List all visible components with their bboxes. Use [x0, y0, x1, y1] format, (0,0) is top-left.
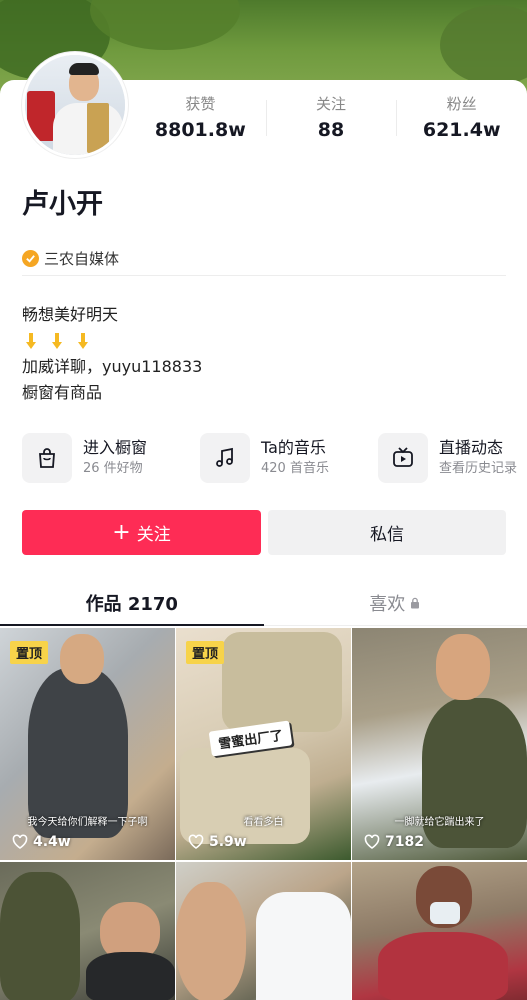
person-figure — [378, 932, 508, 1000]
follow-button[interactable]: + 关注 — [22, 510, 261, 555]
plus-icon: + — [112, 519, 131, 545]
shortcut-title: 直播动态 — [439, 438, 504, 457]
pinned-badge: 置顶 — [186, 641, 225, 664]
video-thumbnail[interactable]: 置顶 雪蜜出厂了 看看多白 5.9w — [176, 628, 351, 860]
pointing-down-icon — [26, 333, 36, 349]
pointing-down-icon — [78, 333, 88, 349]
heart-icon — [12, 834, 28, 849]
lock-icon — [411, 597, 420, 608]
person-face — [60, 634, 104, 684]
pointing-down-icon — [52, 333, 62, 349]
profile-stats: 获赞 8801.8w 关注 88 粉丝 621.4w — [135, 94, 527, 146]
shortcut-subtitle: 26 件好物 — [83, 461, 143, 476]
video-thumbnail[interactable]: 一脚就给它踹出来了 7182 — [352, 628, 527, 860]
stat-label: 获赞 — [185, 95, 216, 113]
food-block — [222, 632, 342, 732]
stat-likes[interactable]: 获赞 8801.8w — [135, 94, 266, 146]
video-likes-count: 5.9w — [209, 834, 247, 850]
profile-name: 卢小开 — [22, 189, 103, 220]
follow-label: 关注 — [136, 525, 171, 545]
avatar[interactable] — [22, 52, 128, 158]
person-figure — [86, 952, 175, 1000]
stat-value: 88 — [317, 119, 345, 141]
content-tabs: 作品 2170 喜欢 — [0, 580, 527, 626]
stat-label: 粉丝 — [446, 95, 477, 113]
stat-following[interactable]: 关注 88 — [265, 94, 397, 146]
person-face — [436, 634, 490, 700]
video-likes: 7182 — [364, 834, 424, 850]
video-thumbnail[interactable] — [176, 862, 351, 1000]
shopping-bag-icon — [22, 433, 72, 483]
video-thumbnail[interactable] — [0, 862, 175, 1000]
tv-icon — [378, 433, 428, 483]
tab-likes-label: 喜欢 — [369, 593, 406, 615]
video-grid: 置顶 我今天给你们解释一下子啊 4.4w 置顶 雪蜜出厂了 看看多白 5.9w … — [0, 628, 527, 1000]
video-likes: 4.4w — [12, 834, 71, 850]
shortcut-shop[interactable]: 进入橱窗 26 件好物 — [22, 432, 200, 484]
shortcut-live[interactable]: 直播动态 查看历史记录 — [378, 432, 527, 484]
food-block — [180, 748, 310, 844]
shortcut-title: Ta的音乐 — [261, 438, 326, 457]
stat-followers[interactable]: 粉丝 621.4w — [396, 94, 527, 146]
shortcut-title: 进入橱窗 — [83, 438, 148, 457]
person-face — [176, 882, 246, 1000]
tab-works[interactable]: 作品 2170 — [0, 580, 264, 626]
video-likes-count: 7182 — [385, 834, 424, 850]
video-thumbnail[interactable] — [352, 862, 527, 1000]
stat-label: 关注 — [316, 95, 347, 113]
stat-value: 8801.8w — [154, 119, 246, 141]
video-likes-count: 4.4w — [33, 834, 71, 850]
profile-bio: 畅想美好明天 加威详聊，yuyu118833 橱窗有商品 — [22, 302, 202, 406]
video-caption: 看看多白 — [243, 817, 284, 828]
video-caption: 我今天给你们解释一下子啊 — [27, 817, 148, 828]
verified-icon — [22, 250, 39, 267]
bio-line: 加威详聊，yuyu118833 — [22, 357, 203, 376]
video-likes: 5.9w — [188, 834, 247, 850]
stat-value: 621.4w — [422, 119, 501, 141]
video-thumbnail[interactable]: 置顶 我今天给你们解释一下子啊 4.4w — [0, 628, 175, 860]
face-mask — [430, 902, 460, 924]
heart-icon — [188, 834, 204, 849]
tab-works-label: 作品 2170 — [85, 593, 178, 615]
emoji-row — [22, 328, 202, 354]
message-label: 私信 — [370, 525, 404, 545]
shortcut-subtitle: 查看历史记录 — [439, 461, 518, 476]
profile-tag: 三农自媒体 — [22, 242, 506, 276]
profile-shortcuts: 进入橱窗 26 件好物 Ta的音乐 420 首音乐 直播动态 查看历史记录 — [22, 432, 527, 484]
bio-line: 畅想美好明天 — [22, 305, 119, 324]
shortcut-subtitle: 420 首音乐 — [261, 461, 329, 476]
person-figure — [0, 872, 80, 1000]
profile-tag-label: 三农自媒体 — [44, 250, 120, 268]
message-button[interactable]: 私信 — [268, 510, 506, 555]
music-note-icon — [200, 433, 250, 483]
heart-icon — [364, 834, 380, 849]
pinned-badge: 置顶 — [10, 641, 49, 664]
tab-likes[interactable]: 喜欢 — [264, 580, 527, 625]
video-caption: 一脚就给它踹出来了 — [394, 817, 485, 828]
snow-pile — [256, 892, 351, 1000]
shortcut-music[interactable]: Ta的音乐 420 首音乐 — [200, 432, 378, 484]
bio-line: 橱窗有商品 — [22, 383, 103, 402]
